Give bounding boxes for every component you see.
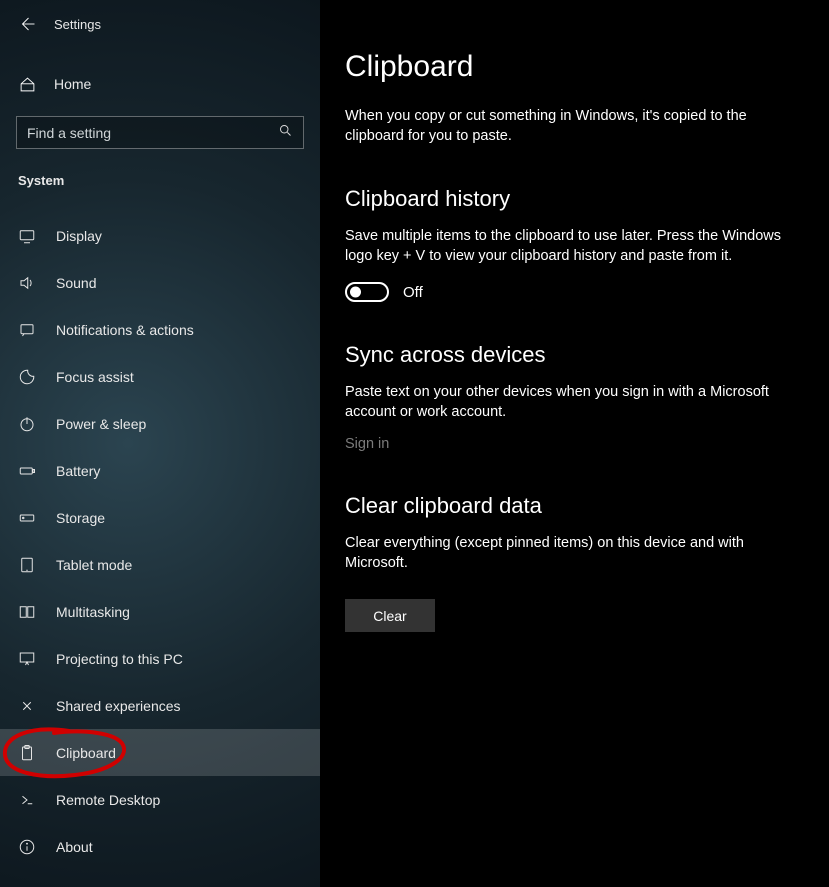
shared-experiences-icon <box>18 697 36 715</box>
sidebar-header: Settings <box>0 6 320 42</box>
sidebar-item-tablet-mode[interactable]: Tablet mode <box>0 541 320 588</box>
back-icon[interactable] <box>18 15 36 33</box>
notifications-icon <box>18 321 36 339</box>
sidebar-item-notifications[interactable]: Notifications & actions <box>0 306 320 353</box>
page-intro: When you copy or cut something in Window… <box>345 106 784 146</box>
power-icon <box>18 415 36 433</box>
home-button[interactable]: Home <box>0 62 320 106</box>
sidebar-item-label: Display <box>56 228 102 244</box>
sidebar-item-label: Projecting to this PC <box>56 651 183 667</box>
sidebar-item-battery[interactable]: Battery <box>0 447 320 494</box>
page-title: Clipboard <box>345 50 784 84</box>
multitasking-icon <box>18 603 36 621</box>
sidebar-item-display[interactable]: Display <box>0 212 320 259</box>
sidebar-item-multitasking[interactable]: Multitasking <box>0 588 320 635</box>
sign-in-link[interactable]: Sign in <box>345 436 389 452</box>
history-toggle-state: Off <box>403 284 423 301</box>
sound-icon <box>18 274 36 292</box>
storage-icon <box>18 509 36 527</box>
sidebar-item-focus-assist[interactable]: Focus assist <box>0 353 320 400</box>
sidebar-item-label: Shared experiences <box>56 698 181 714</box>
sidebar-item-label: Multitasking <box>56 604 130 620</box>
sidebar-item-power-sleep[interactable]: Power & sleep <box>0 400 320 447</box>
tablet-icon <box>18 556 36 574</box>
sidebar-item-label: Battery <box>56 463 100 479</box>
sidebar-item-label: Focus assist <box>56 369 134 385</box>
search-input[interactable] <box>27 125 278 141</box>
sidebar-item-shared-experiences[interactable]: Shared experiences <box>0 682 320 729</box>
sidebar-item-label: Remote Desktop <box>56 792 160 808</box>
home-icon <box>18 76 36 93</box>
sidebar-item-sound[interactable]: Sound <box>0 259 320 306</box>
sidebar-item-label: Sound <box>56 275 96 291</box>
focus-assist-icon <box>18 368 36 386</box>
projecting-icon <box>18 650 36 668</box>
battery-icon <box>18 462 36 480</box>
about-icon <box>18 838 36 856</box>
sidebar-item-label: Storage <box>56 510 105 526</box>
sidebar: Settings Home System <box>0 0 320 887</box>
sidebar-item-label: About <box>56 839 93 855</box>
main-content: Clipboard When you copy or cut something… <box>320 0 829 887</box>
section-history-title: Clipboard history <box>345 186 784 212</box>
section-sync-body: Paste text on your other devices when yo… <box>345 382 784 422</box>
section-clear-body: Clear everything (except pinned items) o… <box>345 533 784 573</box>
sidebar-item-clipboard[interactable]: Clipboard <box>0 729 320 776</box>
window-title: Settings <box>54 17 101 32</box>
sidebar-item-projecting[interactable]: Projecting to this PC <box>0 635 320 682</box>
sidebar-item-label: Clipboard <box>56 745 116 761</box>
section-clear-title: Clear clipboard data <box>345 493 784 519</box>
history-toggle[interactable] <box>345 282 389 302</box>
sidebar-item-storage[interactable]: Storage <box>0 494 320 541</box>
remote-desktop-icon <box>18 791 36 809</box>
section-history-body: Save multiple items to the clipboard to … <box>345 226 784 266</box>
search-box[interactable] <box>16 116 304 149</box>
category-label: System <box>0 173 320 188</box>
nav-list: Display Sound Notifications & actions Fo… <box>0 212 320 870</box>
sidebar-item-label: Tablet mode <box>56 557 132 573</box>
sidebar-item-label: Power & sleep <box>56 416 146 432</box>
clipboard-icon <box>18 744 36 762</box>
sidebar-item-label: Notifications & actions <box>56 322 194 338</box>
display-icon <box>18 227 36 245</box>
section-sync-title: Sync across devices <box>345 342 784 368</box>
home-label: Home <box>54 76 91 92</box>
search-icon <box>278 123 293 143</box>
clear-button[interactable]: Clear <box>345 599 435 632</box>
sidebar-item-remote-desktop[interactable]: Remote Desktop <box>0 776 320 823</box>
sidebar-item-about[interactable]: About <box>0 823 320 870</box>
